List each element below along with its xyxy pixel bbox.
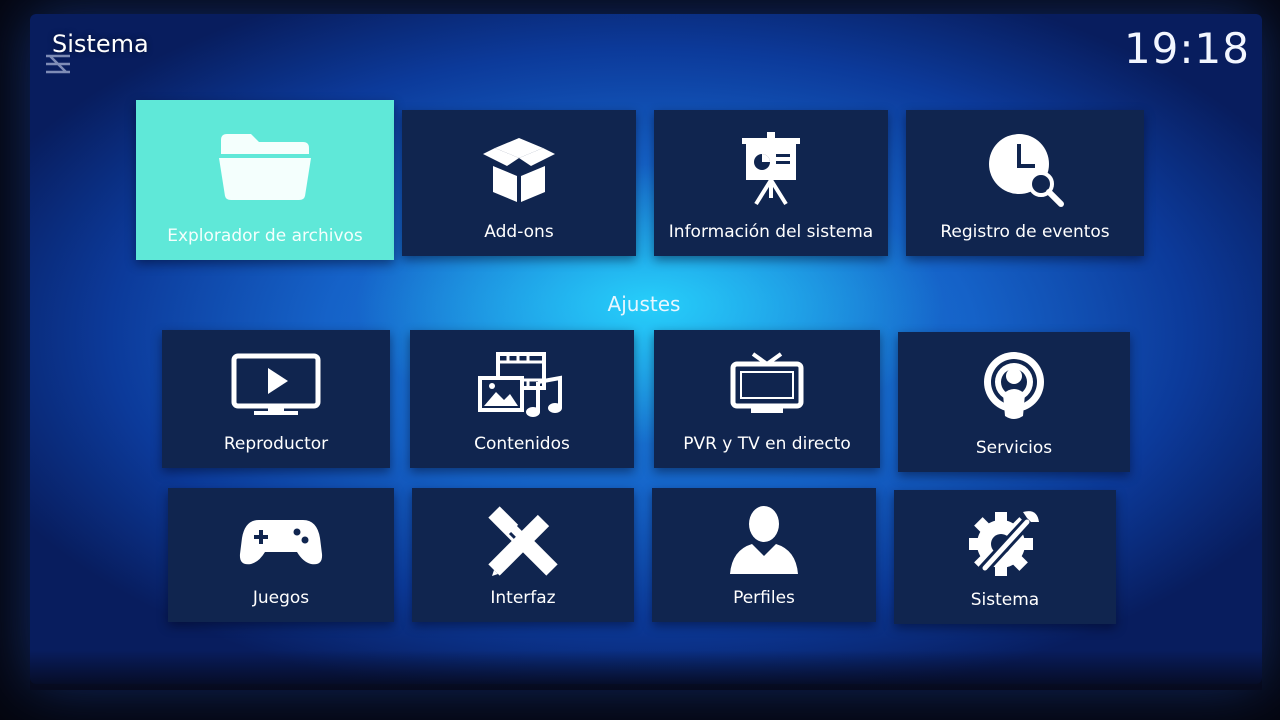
screen-bottom-shade	[30, 650, 1262, 690]
clock: 19:18	[1123, 24, 1250, 73]
tile-label: Contenidos	[474, 434, 570, 454]
tile-sistema[interactable]: Sistema	[894, 490, 1116, 624]
presentation-board-icon	[654, 130, 888, 206]
tile-interfaz[interactable]: Interfaz	[412, 488, 634, 622]
user-profile-icon	[652, 504, 876, 574]
tile-juegos[interactable]: Juegos	[168, 488, 394, 622]
tile-label: PVR y TV en directo	[683, 434, 851, 454]
folder-icon	[136, 128, 394, 202]
gamepad-icon	[168, 514, 394, 568]
tile-pvr-y-tv-en-directo[interactable]: PVR y TV en directo	[654, 330, 880, 468]
tile-label: Add-ons	[484, 222, 554, 242]
pencil-ruler-icon	[412, 506, 634, 576]
tile-servicios[interactable]: Servicios	[898, 332, 1130, 472]
podcast-icon	[898, 350, 1130, 422]
tile-label: Registro de eventos	[940, 222, 1110, 242]
tile-label: Interfaz	[490, 588, 556, 608]
clock-search-icon	[906, 130, 1144, 208]
tile-label: Servicios	[975, 438, 1053, 458]
media-library-icon	[410, 352, 634, 420]
section-label-ajustes: Ajustes	[607, 292, 681, 316]
tile-label: Reproductor	[223, 434, 329, 454]
tile-label: Información del sistema	[668, 222, 874, 242]
gear-wrench-icon	[894, 506, 1116, 578]
tile-perfiles[interactable]: Perfiles	[652, 488, 876, 622]
tile-label: Sistema	[970, 590, 1040, 610]
settings-small-icon	[44, 52, 72, 76]
tile-explorador-de-archivos[interactable]: Explorador de archivos	[136, 100, 394, 260]
box-icon	[402, 130, 636, 206]
tv-play-icon	[162, 352, 390, 418]
tile-label: Explorador de archivos	[167, 226, 363, 246]
tile-reproductor[interactable]: Reproductor	[162, 330, 390, 468]
tile-registro-de-eventos[interactable]: Registro de eventos	[906, 110, 1144, 256]
tile-informacion-del-sistema[interactable]: Información del sistema	[654, 110, 888, 256]
tile-label: Perfiles	[733, 588, 795, 608]
tv-antenna-icon	[654, 350, 880, 418]
tile-label: Juegos	[252, 588, 310, 608]
tile-add-ons[interactable]: Add-ons	[402, 110, 636, 256]
tile-contenidos[interactable]: Contenidos	[410, 330, 634, 468]
